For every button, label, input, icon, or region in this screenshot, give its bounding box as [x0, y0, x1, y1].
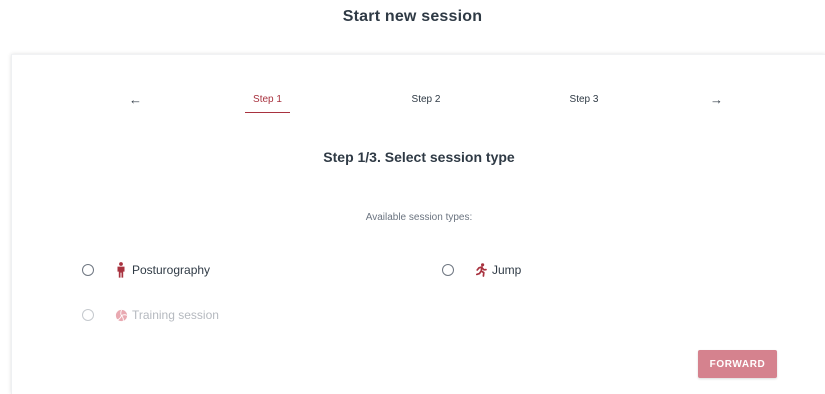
available-types-label: Available session types: — [365, 212, 473, 223]
session-card: ← Step 1 Step 2 Step 3 → Step 1/3. Selec… — [11, 54, 825, 394]
page-title: Start new session — [342, 8, 483, 25]
step-heading: Step 1/3. Select session type — [323, 149, 515, 165]
tab-step-3[interactable]: Step 3 — [562, 93, 606, 112]
standing-person-icon — [114, 262, 128, 278]
next-step-arrow-icon[interactable]: → — [710, 93, 723, 107]
jump-label: Jump — [492, 263, 522, 277]
tab-step-2[interactable]: Step 2 — [404, 93, 448, 112]
training-session-radio — [82, 309, 94, 321]
posturography-radio[interactable] — [82, 264, 94, 276]
jump-radio[interactable] — [442, 264, 454, 276]
stepper: ← Step 1 Step 2 Step 3 → — [12, 93, 825, 117]
posturography-label: Posturography — [132, 263, 211, 277]
forward-button[interactable]: FORWARD — [698, 350, 777, 378]
option-jump[interactable]: Jump — [442, 261, 521, 279]
option-training-session: Training session — [82, 306, 219, 324]
prev-step-arrow-icon[interactable]: ← — [129, 93, 142, 107]
volleyball-icon — [114, 307, 128, 323]
option-posturography[interactable]: Posturography — [82, 261, 210, 279]
running-person-icon — [474, 262, 488, 278]
training-session-label: Training session — [132, 308, 219, 322]
tab-step-1[interactable]: Step 1 — [245, 93, 290, 113]
